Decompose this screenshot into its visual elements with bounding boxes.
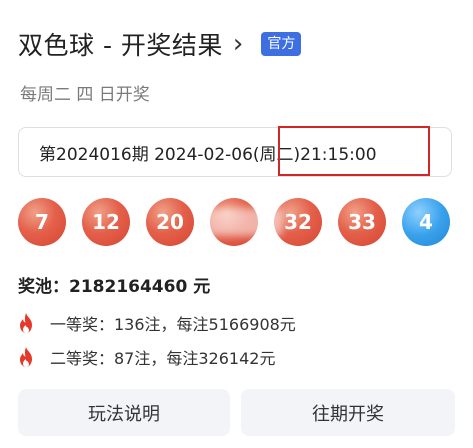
page-title: 双色球 - 开奖结果 <box>18 31 223 60</box>
draw-selector-value: 第2024016期 2024-02-06(周二)21:15:00 <box>39 144 377 165</box>
red-ball-6: 33 <box>338 198 386 246</box>
red-ball-2: 12 <box>82 198 130 246</box>
prize-text: 二等奖：87注，每注326142元 <box>50 349 276 368</box>
prize-row-first: 一等奖：136注，每注5166908元 <box>18 311 296 335</box>
official-badge: 官方 <box>261 32 302 56</box>
obscured-region <box>205 208 283 236</box>
rules-button[interactable]: 玩法说明 <box>18 389 230 436</box>
blue-ball: 4 <box>402 198 450 246</box>
fire-icon <box>20 347 32 367</box>
header[interactable]: 双色球 - 开奖结果 › 官方 <box>18 24 302 64</box>
red-ball-1: 7 <box>18 198 66 246</box>
prize-pool: 奖池：2182164460 元 <box>18 277 211 297</box>
prize-row-second: 二等奖：87注，每注326142元 <box>18 345 275 369</box>
fire-icon <box>20 313 32 333</box>
draw-schedule: 每周二 四 日开奖 <box>20 85 150 105</box>
prize-text: 一等奖：136注，每注5166908元 <box>50 315 296 334</box>
chevron-right-icon[interactable]: › <box>233 31 243 57</box>
draw-selector[interactable]: 第2024016期 2024-02-06(周二)21:15:00 <box>18 127 452 177</box>
red-ball-3: 20 <box>146 198 194 246</box>
history-button[interactable]: 往期开奖 <box>241 389 455 436</box>
